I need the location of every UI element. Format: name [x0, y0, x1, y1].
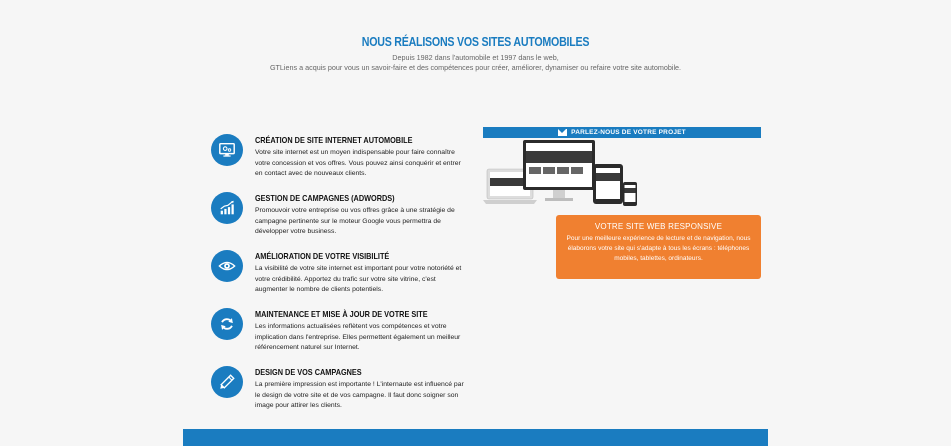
feature-text: La visibilité de votre site internet est…: [255, 265, 462, 293]
feature-item: MAINTENANCE ET MISE À JOUR DE VOTRE SITE…: [211, 302, 473, 360]
feature-item: AMÉLIORATION DE VOTRE VISIBILITÉ La visi…: [211, 244, 473, 302]
monitor-gear-icon: [211, 134, 243, 166]
bar-chart-growth-icon: [211, 192, 243, 224]
feature-title: MAINTENANCE ET MISE À JOUR DE VOTRE SITE: [255, 309, 428, 319]
feature-text: Promouvoir votre entreprise ou vos offre…: [255, 207, 455, 235]
feature-text: Les informations actualisées reflètent v…: [255, 323, 461, 351]
responsive-box-text: Pour une meilleure expérience de lecture…: [566, 235, 751, 262]
responsive-info-box: VOTRE SITE WEB RESPONSIVE Pour une meill…: [556, 215, 761, 279]
envelope-icon: [558, 129, 568, 136]
feature-title: AMÉLIORATION DE VOTRE VISIBILITÉ: [255, 251, 390, 261]
feature-text: La première impression est importante ! …: [255, 381, 464, 409]
feature-title: GESTION DE CAMPAGNES (ADWORDS): [255, 193, 395, 203]
contact-project-label: PARLEZ-NOUS DE VOTRE PROJET: [571, 129, 686, 136]
hero-subtitle-line1: Depuis 1982 dans l'automobile et 1997 da…: [392, 53, 559, 62]
feature-item: DESIGN DE VOS CAMPAGNES La première impr…: [211, 360, 473, 418]
footer-band: [183, 429, 768, 446]
feature-item: CRÉATION DE SITE INTERNET AUTOMOBILE Vot…: [211, 128, 473, 186]
hero-title: NOUS RÉALISONS VOS SITES AUTOMOBILES: [361, 34, 590, 49]
refresh-icon: [211, 308, 243, 340]
eye-icon: [211, 250, 243, 282]
contact-project-button[interactable]: PARLEZ-NOUS DE VOTRE PROJET: [483, 127, 761, 138]
responsive-devices-illustration: [483, 140, 637, 206]
feature-item: GESTION DE CAMPAGNES (ADWORDS) Promouvoi…: [211, 186, 473, 244]
feature-title: DESIGN DE VOS CAMPAGNES: [255, 367, 362, 377]
responsive-box-title: VOTRE SITE WEB RESPONSIVE: [594, 222, 723, 231]
feature-title: CRÉATION DE SITE INTERNET AUTOMOBILE: [255, 135, 413, 145]
hero-subtitle: Depuis 1982 dans l'automobile et 1997 da…: [0, 53, 951, 73]
feature-text: Votre site internet est un moyen indispe…: [255, 149, 461, 177]
pencil-icon: [211, 366, 243, 398]
hero-subtitle-line2: GTLiens a acquis pour vous un savoir-fai…: [269, 63, 682, 72]
